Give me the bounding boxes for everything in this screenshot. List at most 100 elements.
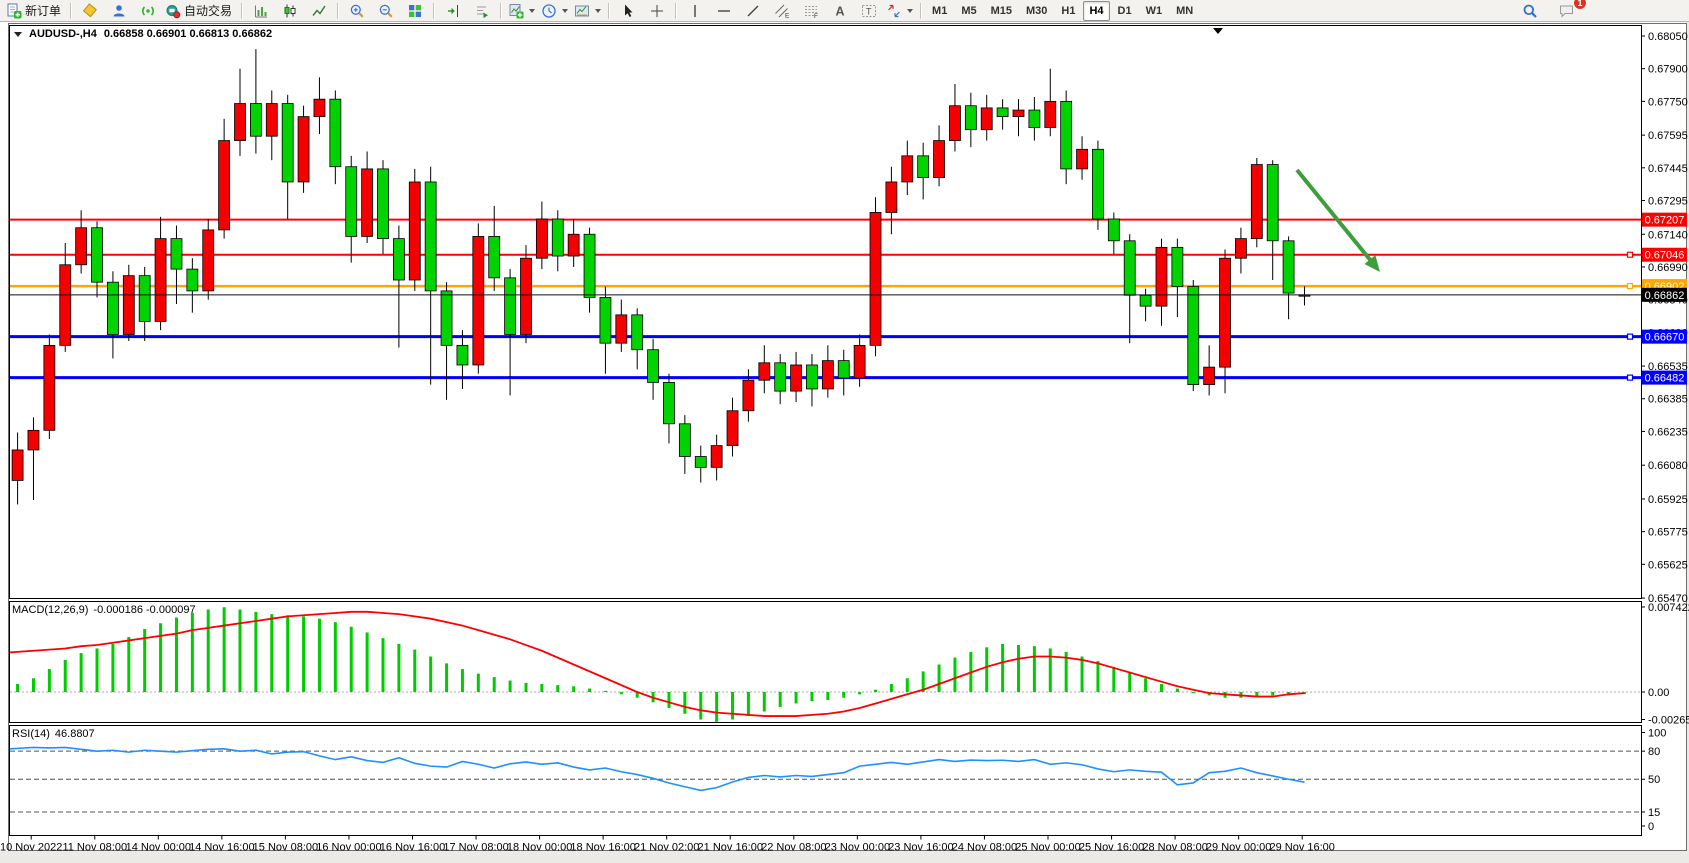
timeframe-d1-button[interactable]: D1	[1112, 1, 1138, 21]
candle-up	[298, 117, 309, 182]
timeframe-w1-button[interactable]: W1	[1140, 1, 1169, 21]
svg-text:T: T	[866, 6, 872, 16]
tile-windows-button[interactable]	[400, 0, 429, 22]
rsi-axis-label: 80	[1648, 746, 1660, 758]
zoom-in-icon	[349, 3, 365, 19]
zoom-in-button[interactable]	[342, 0, 371, 22]
candle-down	[187, 269, 198, 291]
line-chart-mode-button[interactable]	[304, 0, 333, 22]
toolbar: 新订单 自动交易 EFA T M1M5M15M30H1H4D1W1MN 1	[0, 0, 1689, 22]
chevron-down-icon[interactable]	[562, 9, 568, 13]
crosshair-button[interactable]	[642, 0, 671, 22]
candle-down	[632, 315, 643, 350]
candle-chart-mode-button[interactable]	[275, 0, 304, 22]
new-chart-button[interactable]	[505, 0, 538, 22]
text-label-button[interactable]: T	[854, 0, 883, 22]
svg-text:0.67046: 0.67046	[1645, 250, 1685, 262]
candle-up	[568, 234, 579, 256]
time-tick-label: 16 Nov 16:00	[380, 842, 445, 854]
price-tag-0.66482: 0.66482	[1642, 371, 1687, 385]
text-button[interactable]: A	[825, 0, 854, 22]
line-handle[interactable]	[1628, 284, 1633, 289]
candle-down	[1267, 165, 1278, 241]
candle-down	[648, 350, 659, 383]
timeframe-m30-button[interactable]: M30	[1020, 1, 1053, 21]
candle-up	[76, 228, 87, 265]
auto-trading-button[interactable]: 自动交易	[162, 0, 237, 22]
candle-down	[1172, 247, 1183, 286]
crosshair-icon	[649, 3, 665, 19]
auto-scroll-button[interactable]	[467, 0, 496, 22]
timeframe-mn-button[interactable]: MN	[1170, 1, 1199, 21]
candle-up	[266, 104, 277, 137]
notifications-button[interactable]: 1	[1552, 0, 1581, 22]
chart-window: 0.680500.679000.677500.675950.674450.672…	[0, 22, 1689, 858]
bar-chart-mode-button[interactable]	[246, 0, 275, 22]
rsi-axis-label: 0	[1648, 821, 1654, 833]
signals-button[interactable]	[133, 0, 162, 22]
macd-axis-label: -0.002651	[1648, 715, 1689, 727]
candle-down	[282, 104, 293, 182]
chart-shift-button[interactable]	[438, 0, 467, 22]
new-order-button[interactable]: 新订单	[3, 0, 66, 22]
time-tick-label: 25 Nov 16:00	[1079, 842, 1144, 854]
candle-up	[362, 169, 373, 237]
line-handle[interactable]	[1628, 375, 1633, 380]
horizontal-line-button[interactable]	[709, 0, 738, 22]
label-icon: T	[861, 3, 877, 19]
candle-down	[965, 106, 976, 130]
line-handle[interactable]	[1628, 252, 1633, 257]
candle-up	[1235, 239, 1246, 259]
vline-icon	[687, 3, 703, 19]
timeframe-h1-button[interactable]: H1	[1055, 1, 1081, 21]
toolbar-separator	[433, 3, 434, 19]
community-button[interactable]	[104, 0, 133, 22]
candle-down	[171, 239, 182, 270]
chevron-down-icon[interactable]	[907, 9, 913, 13]
line-handle[interactable]	[1628, 334, 1633, 339]
candle-down	[1124, 241, 1135, 295]
zoom-out-button[interactable]	[371, 0, 400, 22]
candle-down	[393, 239, 404, 280]
fibonacci-button[interactable]: F	[796, 0, 825, 22]
candle-up	[759, 363, 770, 380]
price-chart-canvas[interactable]: 0.680500.679000.677500.675950.674450.672…	[0, 22, 1689, 858]
fibo-icon: F	[803, 3, 819, 19]
candle-up	[934, 141, 945, 178]
candle-up	[822, 361, 833, 389]
candle-down	[1108, 219, 1119, 241]
trendline-button[interactable]	[738, 0, 767, 22]
timeframe-h4-button[interactable]: H4	[1083, 1, 1109, 21]
candle-down	[346, 167, 357, 237]
price-tick-label: 0.66990	[1648, 262, 1688, 274]
chevron-down-icon[interactable]	[529, 9, 535, 13]
search-button[interactable]	[1515, 0, 1544, 22]
candle-up	[1156, 247, 1167, 306]
price-tick-label: 0.67750	[1648, 96, 1688, 108]
chart-style-button[interactable]	[571, 0, 604, 22]
timeframe-m5-button[interactable]: M5	[955, 1, 982, 21]
candle-down	[679, 424, 690, 457]
timeframe-m1-button[interactable]: M1	[926, 1, 953, 21]
cursor-button[interactable]	[613, 0, 642, 22]
chevron-down-icon[interactable]	[595, 9, 601, 13]
periods-button[interactable]	[538, 0, 571, 22]
candle-down	[1029, 110, 1040, 127]
toolbar-separator	[608, 3, 609, 19]
vertical-line-button[interactable]	[680, 0, 709, 22]
new-order-icon	[6, 3, 22, 19]
timeframe-m15-button[interactable]: M15	[985, 1, 1018, 21]
candle-down	[1061, 101, 1072, 169]
charts-profile-button[interactable]	[75, 0, 104, 22]
equidistant-channel-button[interactable]: E	[767, 0, 796, 22]
candle-down	[918, 156, 929, 178]
candle-down	[775, 363, 786, 391]
candle-up	[44, 345, 55, 430]
price-tick-label: 0.67295	[1648, 195, 1688, 207]
candle-up	[870, 212, 881, 345]
time-tick-label: 18 Nov 16:00	[570, 842, 635, 854]
price-tick-label: 0.65925	[1648, 494, 1688, 506]
arrows-button[interactable]	[883, 0, 916, 22]
toolbar-separator	[337, 3, 338, 19]
chat-icon	[1559, 3, 1575, 19]
